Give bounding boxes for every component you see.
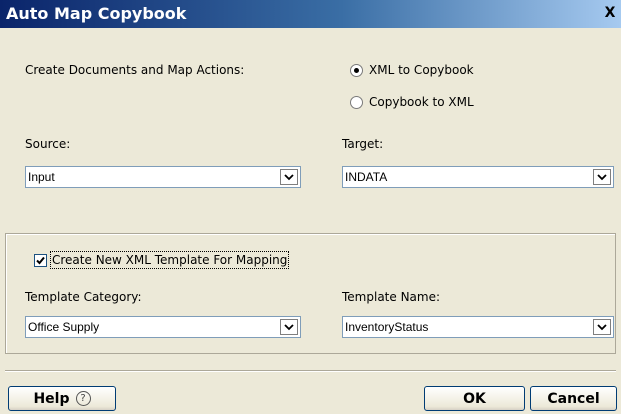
- chevron-down-icon[interactable]: [593, 169, 611, 185]
- template-category-value: Office Supply: [28, 320, 100, 334]
- source-label: Source:: [25, 137, 71, 151]
- template-category-dropdown[interactable]: Office Supply: [25, 316, 301, 338]
- template-name-label: Template Name:: [342, 290, 441, 304]
- checkmark-icon[interactable]: [34, 253, 47, 267]
- radio-copybook-to-xml-label: Copybook to XML: [369, 95, 474, 109]
- help-button[interactable]: Help ?: [8, 386, 116, 411]
- close-button[interactable]: X: [601, 4, 619, 22]
- template-category-label: Template Category:: [25, 290, 142, 304]
- ok-button[interactable]: OK: [424, 386, 525, 411]
- chevron-down-icon[interactable]: [280, 319, 298, 335]
- radio-unselected-icon[interactable]: [350, 95, 363, 109]
- template-name-value: InventoryStatus: [345, 320, 429, 334]
- target-label: Target:: [342, 137, 384, 151]
- auto-map-copybook-dialog: Auto Map Copybook X Create Documents and…: [0, 0, 621, 414]
- radio-copybook-to-xml[interactable]: Copybook to XML: [350, 93, 474, 111]
- template-name-dropdown[interactable]: InventoryStatus: [342, 316, 614, 338]
- radio-xml-to-copybook-label: XML to Copybook: [369, 63, 474, 77]
- chevron-down-icon[interactable]: [593, 319, 611, 335]
- source-dropdown[interactable]: Input: [25, 166, 301, 188]
- target-dropdown[interactable]: INDATA: [342, 166, 614, 188]
- source-value: Input: [28, 170, 55, 184]
- create-template-label[interactable]: Create New XML Template For Mapping: [50, 251, 290, 269]
- question-circle-icon: ?: [75, 391, 91, 406]
- cancel-button[interactable]: Cancel: [530, 386, 617, 411]
- target-value: INDATA: [345, 170, 388, 184]
- button-divider: [5, 370, 616, 372]
- create-template-checkbox[interactable]: Create New XML Template For Mapping: [34, 251, 290, 269]
- radio-selected-icon[interactable]: [350, 63, 363, 77]
- help-button-label: Help: [33, 390, 70, 407]
- chevron-down-icon[interactable]: [280, 169, 298, 185]
- map-actions-label: Create Documents and Map Actions:: [25, 63, 245, 77]
- radio-xml-to-copybook[interactable]: XML to Copybook: [350, 61, 474, 79]
- ok-button-label: OK: [463, 390, 486, 407]
- dialog-title: Auto Map Copybook: [6, 4, 187, 23]
- title-bar[interactable]: Auto Map Copybook X: [0, 0, 621, 28]
- cancel-button-label: Cancel: [547, 390, 600, 407]
